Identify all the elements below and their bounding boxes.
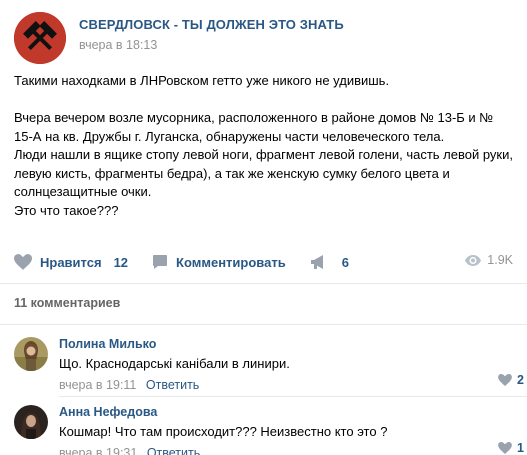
heart-icon xyxy=(498,442,512,454)
comment-meta: вчера в 19:11 Ответить xyxy=(59,378,509,392)
avatar-photo xyxy=(14,337,48,371)
comments-count[interactable]: 11 комментариев xyxy=(14,296,120,310)
comment-item: Полина Милько Що. Краснодарські канібали… xyxy=(14,337,527,392)
comment-text: Кошмар! Что там происходит??? Неизвестно… xyxy=(59,424,388,439)
post-paragraph: Это что такое??? xyxy=(14,202,119,218)
post-paragraph: Вчера вечером возле мусорника, расположе… xyxy=(14,110,494,144)
divider xyxy=(0,283,527,284)
comment-like-button[interactable]: 2 xyxy=(498,373,524,387)
views-counter: 1.9K xyxy=(465,253,513,267)
post-actions: Нравится 12 Комментировать 6 xyxy=(14,253,514,271)
comment-like-count: 2 xyxy=(517,373,524,387)
heart-icon xyxy=(14,254,32,270)
crossed-hammers-icon xyxy=(14,12,66,64)
comment-like-button[interactable]: 1 xyxy=(498,441,524,455)
comment-author[interactable]: Полина Милько xyxy=(59,337,509,351)
post-text: Такими находками в ЛНРовском гетто уже н… xyxy=(14,72,514,220)
avatar[interactable] xyxy=(14,337,48,371)
eye-icon xyxy=(465,254,482,266)
comment-label: Комментировать xyxy=(176,254,286,270)
comment-time[interactable]: вчера в 19:31 xyxy=(59,446,137,455)
post-author[interactable]: СВЕРДЛОВСК - ТЫ ДОЛЖЕН ЭТО ЗНАТЬ xyxy=(79,17,344,32)
comment-like-count: 1 xyxy=(517,441,524,455)
post-page: СВЕРДЛОВСК - ТЫ ДОЛЖЕН ЭТО ЗНАТЬ вчера в… xyxy=(0,0,527,455)
comment-item: Анна Нефедова Кошмар! Что там происходит… xyxy=(14,405,527,455)
comment-button[interactable]: Комментировать xyxy=(152,254,286,270)
share-button[interactable]: 6 xyxy=(310,254,349,270)
comment-body: Полина Милько Що. Краснодарські канібали… xyxy=(59,337,509,392)
divider xyxy=(59,396,527,397)
avatar[interactable] xyxy=(14,405,48,439)
post-meta: СВЕРДЛОВСК - ТЫ ДОЛЖЕН ЭТО ЗНАТЬ вчера в… xyxy=(79,17,344,64)
like-label: Нравится xyxy=(40,254,102,270)
avatar-photo xyxy=(14,405,48,439)
comment-body: Анна Нефедова Кошмар! Что там происходит… xyxy=(59,405,509,455)
megaphone-icon xyxy=(310,255,323,269)
post-header: СВЕРДЛОВСК - ТЫ ДОЛЖЕН ЭТО ЗНАТЬ вчера в… xyxy=(14,12,344,64)
comment-text: Що. Краснодарські канібали в линири. xyxy=(59,356,290,371)
divider xyxy=(0,324,527,325)
heart-icon xyxy=(498,374,512,386)
comment-time[interactable]: вчера в 19:11 xyxy=(59,378,136,392)
views-count: 1.9K xyxy=(487,253,513,267)
like-button[interactable]: Нравится 12 xyxy=(14,254,128,270)
reply-button[interactable]: Ответить xyxy=(146,378,199,392)
like-count: 12 xyxy=(113,254,129,270)
share-count: 6 xyxy=(341,254,349,270)
post-paragraph: Люди нашли в ящике стопу левой ноги, фра… xyxy=(14,147,513,199)
post-time[interactable]: вчера в 18:13 xyxy=(79,38,344,52)
comment-meta: вчера в 19:31 Ответить xyxy=(59,446,509,455)
group-avatar[interactable] xyxy=(14,12,66,64)
reply-button[interactable]: Ответить xyxy=(147,446,200,455)
comment-bubble-icon xyxy=(153,255,168,269)
comment-author[interactable]: Анна Нефедова xyxy=(59,405,509,419)
post-paragraph: Такими находками в ЛНРовском гетто уже н… xyxy=(14,73,390,88)
